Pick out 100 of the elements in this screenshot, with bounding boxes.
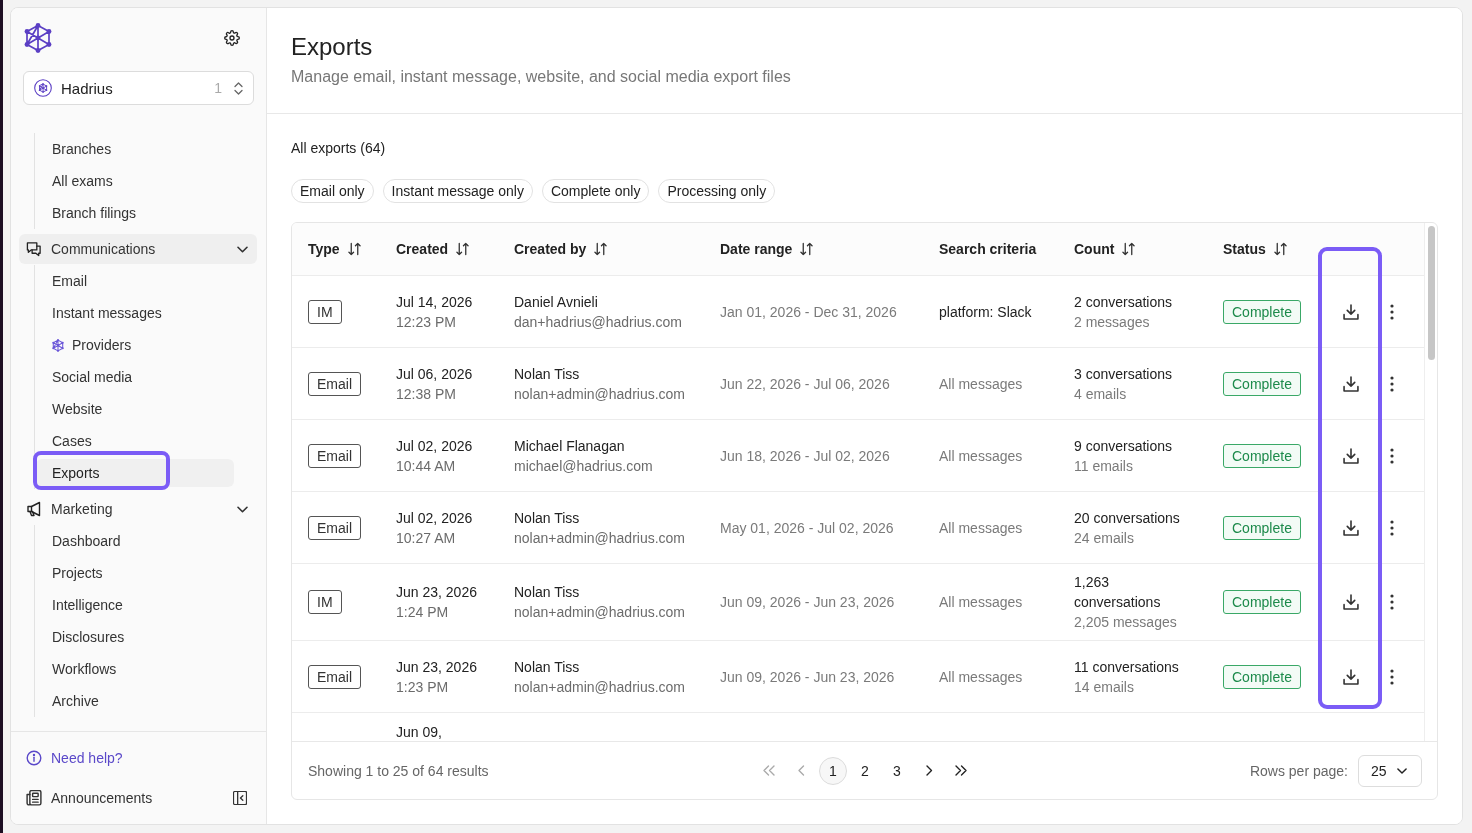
type-badge: Email bbox=[308, 371, 361, 396]
settings-icon[interactable] bbox=[224, 30, 240, 46]
more-icon[interactable] bbox=[1390, 594, 1394, 610]
date-range: Jun 09, 2026 - Jun 23, 2026 bbox=[720, 593, 896, 612]
created-date: Jul 02, 2026 bbox=[396, 508, 474, 528]
creator-email: nolan+admin@hadrius.com bbox=[514, 603, 687, 622]
conversation-count: 11 conversations bbox=[1074, 657, 1180, 677]
status-badge: Complete bbox=[1223, 299, 1301, 324]
nav-item[interactable]: Providers bbox=[36, 331, 234, 359]
page-button[interactable]: 1 bbox=[819, 756, 847, 785]
type-badge: IM bbox=[308, 299, 342, 324]
nav-item[interactable]: Disclosures bbox=[36, 623, 234, 651]
nav-item[interactable]: Social media bbox=[36, 363, 234, 391]
conversation-count: 20 conversations bbox=[1074, 508, 1181, 528]
item-count: 2,205 messages bbox=[1074, 613, 1178, 632]
date-range: May 01, 2026 - Jul 02, 2026 bbox=[720, 518, 895, 538]
nav-item[interactable]: Instant messages bbox=[36, 299, 234, 327]
megaphone-icon bbox=[26, 501, 42, 517]
created-date: Jun 23, 2026 bbox=[396, 583, 478, 602]
filter-chip[interactable]: Processing only bbox=[658, 179, 776, 203]
created-date: Jun 23, 2026 bbox=[396, 657, 478, 677]
status-badge: Complete bbox=[1223, 515, 1301, 540]
date-range: Jun 18, 2026 - Jul 02, 2026 bbox=[720, 446, 891, 466]
org-count: 1 bbox=[214, 80, 222, 96]
more-icon[interactable] bbox=[1390, 668, 1394, 685]
nav-item[interactable]: Projects bbox=[36, 559, 234, 587]
creator-name: Michael Flanagan bbox=[514, 436, 626, 456]
download-icon[interactable] bbox=[1343, 375, 1359, 392]
sort-icon[interactable] bbox=[347, 242, 361, 256]
org-logo-icon bbox=[34, 79, 52, 97]
page-button[interactable]: 2 bbox=[851, 756, 879, 785]
nav-item[interactable]: Branches bbox=[36, 135, 234, 163]
nav-item[interactable]: Archive bbox=[36, 687, 234, 715]
sort-icon[interactable] bbox=[594, 242, 608, 256]
creator-name: Nolan Tiss bbox=[514, 657, 581, 677]
nav-item[interactable]: All exams bbox=[36, 167, 234, 195]
status-badge: Complete bbox=[1223, 371, 1301, 396]
sort-icon[interactable] bbox=[800, 242, 814, 256]
column-header[interactable]: Status bbox=[1223, 241, 1287, 257]
exports-count-heading: All exports (64) bbox=[291, 139, 387, 158]
created-date: Jul 14, 2026 bbox=[396, 292, 474, 312]
filter-chip[interactable]: Instant message only bbox=[382, 179, 533, 203]
download-icon[interactable] bbox=[1343, 447, 1359, 464]
more-icon[interactable] bbox=[1390, 303, 1394, 320]
page-title: Exports bbox=[291, 32, 374, 62]
org-selector[interactable]: Hadrius 1 bbox=[23, 71, 254, 105]
more-icon[interactable] bbox=[1390, 375, 1394, 392]
rows-per-page-select[interactable]: 25 bbox=[1358, 754, 1422, 787]
filter-chip[interactable]: Email only bbox=[291, 179, 374, 203]
download-icon[interactable] bbox=[1343, 668, 1359, 685]
more-icon[interactable] bbox=[1390, 519, 1394, 536]
results-summary: Showing 1 to 25 of 64 results bbox=[308, 762, 490, 779]
logo-icon bbox=[24, 23, 52, 53]
sort-icon[interactable] bbox=[1273, 242, 1287, 256]
status-badge: Complete bbox=[1223, 664, 1301, 689]
nav-group-header[interactable]: Marketing bbox=[19, 494, 257, 524]
search-criteria: All messages bbox=[939, 593, 1024, 612]
nav-item[interactable]: Intelligence bbox=[36, 591, 234, 619]
nav-item[interactable]: Cases bbox=[36, 427, 234, 455]
column-header[interactable]: Count bbox=[1074, 241, 1136, 257]
item-count: 24 emails bbox=[1074, 528, 1135, 548]
nav-item[interactable]: Dashboard bbox=[36, 527, 234, 555]
nav-item[interactable]: Workflows bbox=[36, 655, 234, 683]
column-header[interactable]: Type bbox=[308, 241, 361, 257]
sort-icon[interactable] bbox=[1122, 242, 1136, 256]
column-header[interactable]: Date range bbox=[720, 241, 814, 257]
conversation-count: 3 conversations bbox=[1074, 364, 1174, 384]
column-header[interactable]: Created by bbox=[514, 241, 608, 257]
nav-item[interactable]: Website bbox=[36, 395, 234, 423]
nav-group-header[interactable]: Communications bbox=[19, 234, 257, 264]
sidebar-footer-item[interactable]: Announcements bbox=[26, 784, 153, 812]
download-icon[interactable] bbox=[1343, 594, 1359, 610]
type-badge: IM bbox=[308, 590, 342, 614]
item-count: 2 messages bbox=[1074, 312, 1151, 332]
created-time: 12:23 PM bbox=[396, 312, 457, 332]
search-criteria: All messages bbox=[939, 374, 1024, 394]
status-badge: Complete bbox=[1223, 590, 1301, 614]
scrollbar-thumb[interactable] bbox=[1427, 226, 1435, 360]
conversation-count: 2 conversations bbox=[1074, 292, 1174, 312]
more-icon[interactable] bbox=[1390, 447, 1394, 464]
date-range: Jun 22, 2026 - Jul 06, 2026 bbox=[720, 374, 891, 394]
nav-item[interactable]: Email bbox=[36, 267, 234, 295]
chevron-left-icon bbox=[797, 765, 805, 776]
nav-item[interactable]: Branch filings bbox=[36, 199, 234, 227]
help-link[interactable]: Need help? bbox=[26, 744, 123, 772]
filter-chip[interactable]: Complete only bbox=[541, 179, 650, 203]
page-button[interactable]: 3 bbox=[883, 756, 911, 785]
creator-email: nolan+admin@hadrius.com bbox=[514, 528, 687, 548]
type-badge: Email bbox=[308, 515, 361, 540]
download-icon[interactable] bbox=[1343, 519, 1359, 536]
nav-item[interactable]: Exports bbox=[36, 459, 234, 487]
column-header[interactable]: Created bbox=[396, 241, 470, 257]
download-icon[interactable] bbox=[1343, 303, 1359, 320]
date-range: Jun 09, 2026 - Jun 23, 2026 bbox=[720, 667, 896, 687]
created-time: 1:23 PM bbox=[396, 677, 450, 697]
sidebar-collapse-icon[interactable] bbox=[233, 791, 247, 805]
sort-icon[interactable] bbox=[456, 242, 470, 256]
created-date: Jul 06, 2026 bbox=[396, 364, 474, 384]
created-time: 10:27 AM bbox=[396, 528, 457, 548]
column-header: Search criteria bbox=[939, 241, 1037, 257]
